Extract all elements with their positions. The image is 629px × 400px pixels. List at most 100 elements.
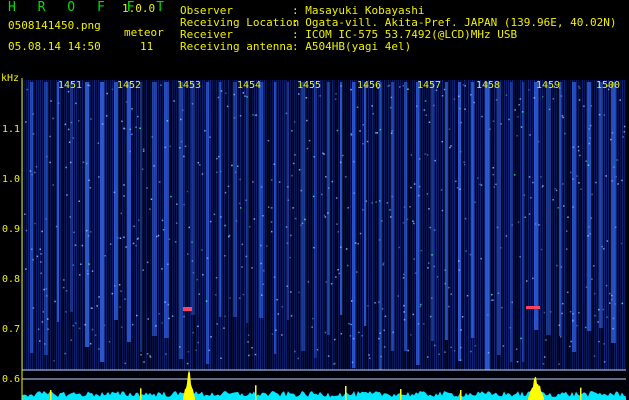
noise-speckle	[460, 150, 462, 153]
noise-streak	[124, 80, 126, 370]
noise-streak	[296, 80, 298, 370]
noise-speckle	[462, 84, 465, 86]
minute-label: 1453	[177, 80, 202, 91]
noise-speckle	[563, 205, 565, 207]
noise-streak	[64, 80, 66, 370]
noise-speckle	[402, 222, 405, 224]
noise-speckle	[583, 105, 585, 107]
noise-speckle	[58, 102, 60, 104]
noise-band	[510, 82, 513, 362]
noise-speckle	[585, 326, 587, 329]
noise-speckle	[293, 162, 295, 165]
noise-speckle	[383, 329, 385, 332]
noise-speckle	[198, 293, 200, 295]
noise-speckle	[210, 336, 212, 338]
noise-streak	[60, 80, 62, 370]
noise-speckle	[558, 363, 560, 365]
noise-speckle	[201, 173, 204, 175]
noise-speckle	[55, 225, 58, 228]
noise-speckle	[285, 226, 288, 228]
noise-speckle	[606, 316, 608, 318]
noise-streak	[320, 80, 322, 370]
noise-speckle	[69, 216, 71, 218]
noise-streak	[452, 80, 454, 370]
noise-streak	[344, 80, 346, 370]
noise-speckle	[391, 195, 393, 198]
noise-speckle	[290, 234, 292, 237]
noise-speckle	[490, 299, 493, 302]
noise-speckle	[548, 108, 551, 111]
noise-speckle	[585, 160, 587, 162]
noise-speckle	[252, 114, 254, 116]
noise-speckle	[382, 262, 385, 264]
meteor-echo	[526, 306, 540, 309]
noise-speckle	[46, 155, 48, 158]
noise-speckle	[374, 132, 377, 134]
noise-speckle	[562, 302, 564, 305]
noise-speckle	[34, 222, 36, 225]
noise-streak	[358, 80, 360, 370]
noise-speckle	[72, 324, 74, 327]
noise-speckle	[426, 193, 429, 195]
noise-band	[404, 82, 408, 351]
minute-label: 1458	[476, 80, 501, 91]
noise-streak	[570, 80, 572, 370]
noise-speckle	[424, 100, 427, 102]
noise-speckle	[381, 220, 383, 222]
noise-speckle	[418, 158, 421, 160]
noise-speckle	[455, 180, 457, 183]
noise-speckle	[532, 181, 534, 184]
noise-speckle	[247, 341, 249, 343]
y-tick: 1.0	[2, 174, 21, 185]
noise-speckle	[593, 355, 596, 357]
noise-streak	[362, 80, 364, 370]
noise-speckle	[108, 341, 111, 343]
noise-streak	[426, 80, 428, 370]
noise-speckle	[470, 350, 472, 353]
noise-speckle	[40, 272, 42, 274]
noise-streak	[264, 80, 266, 370]
noise-streak	[110, 80, 112, 370]
noise-speckle	[192, 272, 195, 274]
noise-speckle	[480, 184, 483, 186]
noise-speckle	[528, 89, 530, 91]
noise-streak	[212, 80, 214, 370]
noise-speckle	[354, 242, 357, 244]
minute-label: 1456	[357, 80, 382, 91]
noise-speckle	[611, 180, 613, 182]
noise-speckle	[162, 229, 165, 231]
noise-speckle	[106, 92, 108, 95]
noise-band	[30, 82, 34, 353]
noise-speckle	[378, 337, 380, 340]
noise-speckle	[123, 236, 125, 238]
noise-streak	[476, 80, 478, 370]
noise-speckle	[379, 128, 382, 131]
minute-label: 1457	[417, 80, 442, 91]
noise-speckle	[521, 111, 524, 113]
noise-speckle	[530, 197, 532, 199]
noise-speckle	[557, 207, 559, 209]
noise-streak	[136, 80, 138, 370]
noise-speckle	[290, 291, 292, 293]
noise-streak	[76, 80, 78, 370]
noise-speckle	[304, 218, 306, 221]
noise-streak	[98, 80, 100, 370]
noise-speckle	[561, 115, 564, 117]
noise-band	[416, 82, 420, 365]
noise-streak	[330, 80, 332, 370]
noise-speckle	[120, 290, 122, 292]
noise-speckle	[197, 162, 200, 164]
noise-speckle	[353, 192, 355, 194]
noise-streak	[214, 80, 216, 370]
noise-speckle	[215, 277, 218, 279]
noise-speckle	[614, 226, 617, 228]
noise-speckle	[392, 331, 394, 334]
noise-speckle	[529, 134, 531, 136]
noise-speckle	[277, 313, 280, 315]
noise-speckle	[135, 126, 137, 128]
noise-speckle	[444, 269, 446, 271]
noise-streak	[332, 80, 334, 370]
noise-streak	[226, 80, 228, 370]
noise-speckle	[420, 303, 422, 306]
noise-speckle	[477, 177, 479, 179]
